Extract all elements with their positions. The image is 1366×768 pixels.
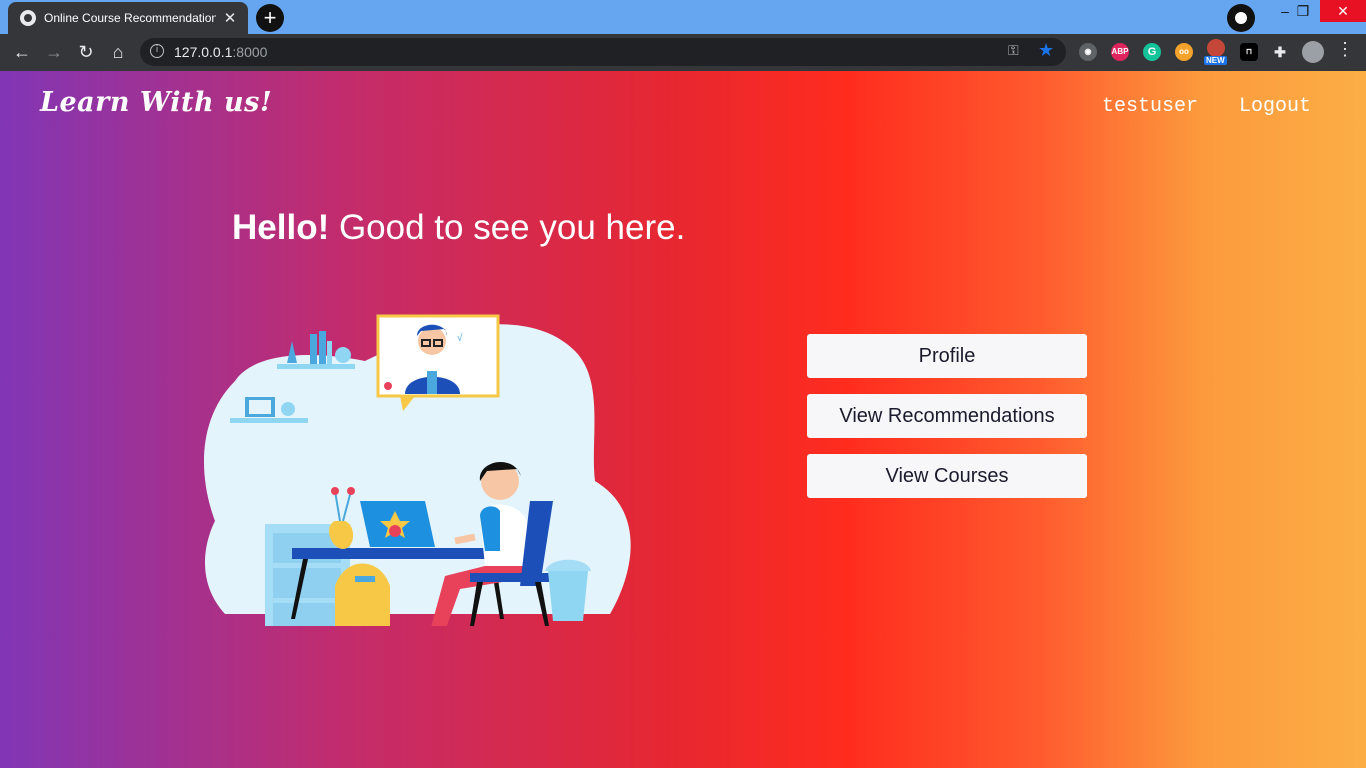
logout-link[interactable]: Logout <box>1239 95 1311 118</box>
address-bar[interactable]: i 127.0.0.1:8000 ⚿ ★ <box>140 38 1066 66</box>
profile-button[interactable]: Profile <box>807 334 1087 378</box>
forward-icon[interactable]: → <box>42 40 66 64</box>
eyes-icon[interactable]: oo <box>1175 43 1193 61</box>
browser-toolbar: ← → ↻ ⌂ i 127.0.0.1:8000 ⚿ ★ ◉ ABP G oo … <box>0 34 1366 71</box>
brand-logo[interactable]: Learn With us! <box>40 87 272 118</box>
close-window-button[interactable]: ✕ <box>1320 0 1366 22</box>
tab-strip: Online Course Recommendation ✕ + – ❐ ✕ <box>0 0 1366 34</box>
svg-text:√: √ <box>457 332 463 344</box>
url-text[interactable]: 127.0.0.1:8000 <box>174 44 267 60</box>
back-icon[interactable]: ← <box>10 40 34 64</box>
info-icon[interactable]: i <box>150 44 164 58</box>
browser-tab[interactable]: Online Course Recommendation ✕ <box>8 2 248 34</box>
profile-download-icon[interactable] <box>1227 4 1255 32</box>
view-courses-button[interactable]: View Courses <box>807 454 1087 498</box>
globe-icon <box>20 10 36 26</box>
tab-title: Online Course Recommendation <box>44 11 216 25</box>
new-badge-icon[interactable] <box>1207 39 1225 57</box>
lock-icon[interactable]: ⊓ <box>1240 43 1258 61</box>
student-illustration: √ <box>203 314 631 626</box>
avatar-icon[interactable] <box>1302 41 1324 63</box>
tab-close-icon[interactable]: ✕ <box>222 9 238 27</box>
bulb-icon[interactable]: ◉ <box>1079 43 1097 61</box>
username-link[interactable]: testuser <box>1102 95 1198 118</box>
abp-icon[interactable]: ABP <box>1111 43 1129 61</box>
page-content: Learn With us! testuser Logout Hello! Go… <box>0 71 1366 768</box>
grammarly-icon[interactable]: G <box>1143 43 1161 61</box>
new-tab-button[interactable]: + <box>256 4 284 32</box>
view-recommendations-button[interactable]: View Recommendations <box>807 394 1087 438</box>
menu-icon[interactable]: ⋮ <box>1336 39 1354 60</box>
puzzle-icon[interactable]: ✚ <box>1271 43 1289 61</box>
bookmark-star-icon[interactable]: ★ <box>1038 40 1054 61</box>
key-icon[interactable]: ⚿ <box>1008 42 1019 59</box>
reload-icon[interactable]: ↻ <box>74 40 98 64</box>
greeting-heading: Hello! Good to see you here. <box>232 208 686 247</box>
home-icon[interactable]: ⌂ <box>106 40 130 64</box>
new-badge-label: NEW <box>1204 56 1227 65</box>
maximize-button[interactable]: ❐ <box>1285 0 1321 22</box>
